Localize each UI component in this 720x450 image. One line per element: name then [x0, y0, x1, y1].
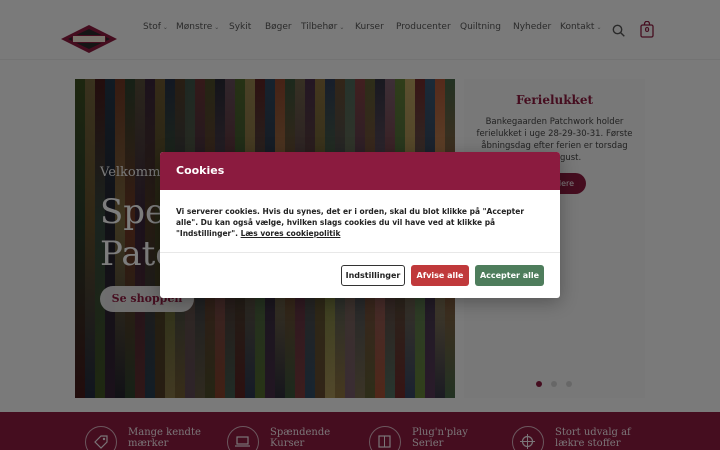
- cookie-dialog-body: Vi serverer cookies. Hvis du synes, det …: [176, 206, 548, 239]
- divider: [160, 252, 560, 253]
- cookie-dialog-title: Cookies: [176, 164, 225, 177]
- reject-all-button[interactable]: Afvise alle: [411, 265, 469, 286]
- cookie-dialog: Cookies Vi serverer cookies. Hvis du syn…: [160, 152, 560, 298]
- cookie-policy-link[interactable]: Læs vores cookiepolitik: [241, 229, 341, 238]
- cookie-settings-button[interactable]: Indstillinger: [341, 265, 405, 286]
- accept-all-button[interactable]: Accepter alle: [475, 265, 544, 286]
- cookie-dialog-header: Cookies: [160, 152, 560, 190]
- cookie-dialog-text: Vi serverer cookies. Hvis du synes, det …: [176, 207, 525, 238]
